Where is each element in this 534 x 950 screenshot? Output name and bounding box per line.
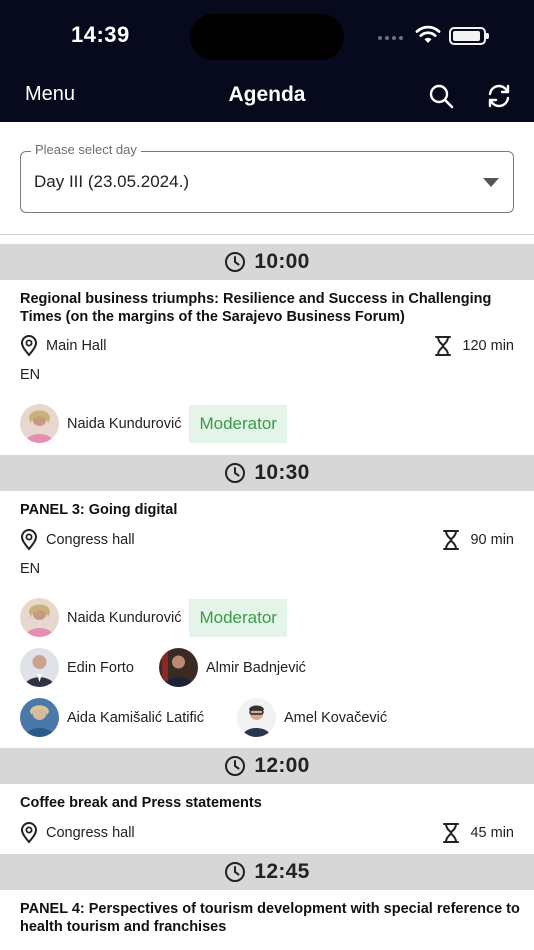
status-bar: 14:39 <box>0 0 534 72</box>
speaker-name: Amel Kovačević <box>284 709 388 726</box>
session-title[interactable]: PANEL 3: Going digital <box>20 501 520 519</box>
menu-button[interactable]: Menu <box>25 83 75 106</box>
avatar <box>237 698 276 737</box>
duration-text: 120 min <box>462 338 514 354</box>
session-language: EN <box>20 367 41 383</box>
session-title[interactable]: Coffee break and Press statements <box>20 794 520 812</box>
dynamic-island <box>190 14 344 60</box>
session-title[interactable]: PANEL 4: Perspectives of tourism develop… <box>20 900 520 936</box>
clock-icon <box>225 463 246 483</box>
avatar <box>20 648 59 687</box>
speaker-name: Aida Kamišalić Latifić <box>67 709 204 726</box>
day-select-label: Please select day <box>31 142 141 157</box>
divider <box>0 234 534 235</box>
clock-icon <box>225 862 246 882</box>
session-duration: 45 min <box>442 822 514 844</box>
avatar <box>159 648 198 687</box>
speaker[interactable]: Almir Badnjević <box>159 648 306 687</box>
duration-text: 45 min <box>470 825 514 841</box>
clock-icon <box>225 756 246 776</box>
day-select-value: Day III (23.05.2024.) <box>34 172 189 191</box>
time-header: 10:00 <box>0 244 534 280</box>
time-header: 12:00 <box>0 748 534 784</box>
location-pin-icon <box>20 822 38 844</box>
location-text: Congress hall <box>46 532 135 548</box>
session-duration: 90 min <box>442 529 514 551</box>
location-text: Main Hall <box>46 338 107 354</box>
time-header: 12:45 <box>0 854 534 890</box>
location-pin-icon <box>20 335 38 357</box>
moderator-badge: Moderator <box>189 404 287 443</box>
avatar <box>20 598 59 637</box>
avatar <box>20 698 59 737</box>
speaker[interactable]: Naida Kundurović Moderator <box>20 404 287 443</box>
location-text: Congress hall <box>46 825 135 841</box>
time-label: 12:45 <box>254 860 310 883</box>
time-label: 10:30 <box>254 461 310 484</box>
day-select[interactable]: Please select day Day III (23.05.2024.) <box>20 142 514 213</box>
hourglass-icon <box>435 336 452 356</box>
status-time: 14:39 <box>71 22 130 47</box>
session-duration: 120 min <box>434 335 514 357</box>
avatar <box>20 404 59 443</box>
nav-bar: Menu Agenda <box>0 72 534 122</box>
search-icon[interactable] <box>428 83 454 109</box>
refresh-icon[interactable] <box>486 83 512 109</box>
session-language: EN <box>20 561 41 577</box>
battery-icon <box>449 27 489 45</box>
moderator-badge: Moderator <box>189 598 287 637</box>
hourglass-icon <box>443 530 460 550</box>
time-header: 10:30 <box>0 455 534 491</box>
speaker[interactable]: Naida Kundurović Moderator <box>20 598 287 637</box>
time-label: 12:00 <box>254 754 310 777</box>
session-location: Main Hall <box>20 335 106 357</box>
session-location: Congress hall <box>20 822 135 844</box>
clock-icon <box>225 252 246 272</box>
speaker-name: Almir Badnjević <box>206 659 306 676</box>
speaker[interactable]: Amel Kovačević <box>237 698 387 737</box>
speaker[interactable]: Aida Kamišalić Latifić <box>20 698 204 737</box>
chevron-down-icon <box>483 178 499 187</box>
wifi-icon <box>415 25 441 43</box>
duration-text: 90 min <box>470 532 514 548</box>
speaker-name: Edin Forto <box>67 659 134 676</box>
session-title[interactable]: Regional business triumphs: Resilience a… <box>20 290 520 326</box>
cellular-signal-icon <box>378 36 403 40</box>
location-pin-icon <box>20 529 38 551</box>
speaker[interactable]: Edin Forto <box>20 648 134 687</box>
speaker-name: Naida Kundurović <box>67 415 182 432</box>
session-location: Congress hall <box>20 529 135 551</box>
time-label: 10:00 <box>254 250 310 273</box>
speaker-name: Naida Kundurović <box>67 609 182 626</box>
hourglass-icon <box>443 823 460 843</box>
